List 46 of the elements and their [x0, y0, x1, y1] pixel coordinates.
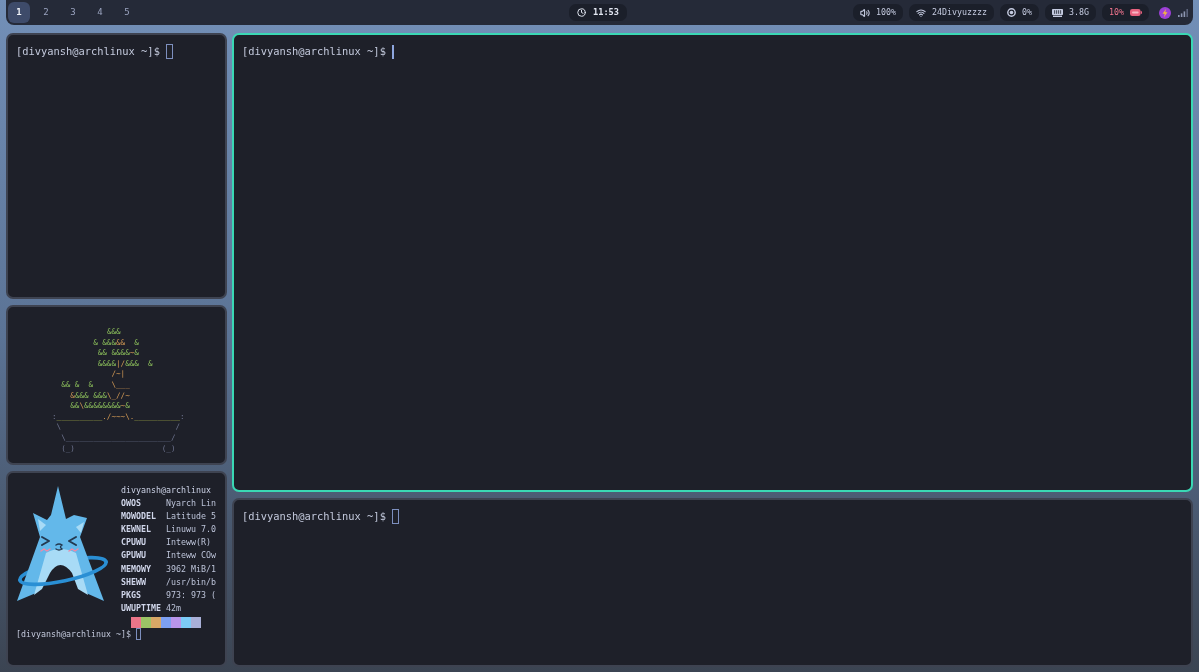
workspace-button[interactable]: 3	[62, 2, 84, 23]
info-value: 42m	[166, 601, 181, 615]
info-label: CPUWU	[121, 536, 147, 550]
bolt-app-icon[interactable]	[1159, 6, 1171, 19]
shell-prompt: [divyansh@archlinux ~]$	[16, 627, 131, 641]
text-cursor	[165, 44, 173, 59]
user-host-title: divyansh@archlinux	[121, 484, 212, 497]
info-value: Latitude 5	[166, 510, 216, 524]
info-label: PKGS	[121, 588, 142, 602]
text-cursor	[135, 628, 141, 641]
text-cursor	[391, 44, 394, 59]
workspace-button[interactable]: 2	[35, 2, 57, 23]
info-label: UWUPTIME	[121, 601, 162, 615]
wifi-indicator[interactable]: 24Divyuzzzz	[909, 4, 994, 21]
shell-prompt: [divyansh@archlinux ~]$	[16, 44, 160, 59]
text-cursor	[391, 509, 399, 524]
shell-prompt: [divyansh@archlinux ~]$	[242, 509, 386, 524]
shell-prompt: [divyansh@archlinux ~]$	[242, 44, 386, 59]
info-value: 973: 973 (	[166, 588, 216, 602]
info-value: Inteww COw	[166, 549, 216, 563]
workspace-button[interactable]: 4	[89, 2, 111, 23]
cpu-indicator[interactable]: 0%	[1000, 4, 1039, 21]
info-value: /usr/bin/b	[166, 575, 216, 589]
info-value: 3962 MiB/1	[166, 562, 216, 576]
info-label: SHEWW	[121, 575, 147, 589]
clock-widget[interactable]: 11:53	[569, 4, 627, 21]
volume-indicator[interactable]: 100%	[853, 4, 904, 21]
wifi-icon	[916, 7, 927, 18]
signal-bars-icon[interactable]	[1178, 8, 1188, 17]
speaker-icon	[860, 7, 871, 18]
info-value: Nyarch Lin	[166, 497, 216, 511]
info-label: GPUWU	[121, 549, 147, 563]
info-value: Linuwu 7.0	[166, 523, 216, 537]
clock-icon	[577, 8, 587, 17]
workspace-button[interactable]: 5	[116, 2, 138, 23]
circle-dot-icon	[1007, 8, 1016, 17]
battery-indicator[interactable]: 10%	[1102, 4, 1149, 21]
workspace-button[interactable]: 1	[8, 2, 30, 23]
info-value: Inteww(R)	[166, 536, 211, 550]
battery-icon	[1130, 9, 1142, 16]
memory-indicator[interactable]: 3.8G	[1045, 4, 1096, 21]
info-label: KEWNEL	[121, 523, 152, 537]
memory-chip-icon	[1052, 8, 1063, 17]
info-label: OWOS	[121, 497, 142, 511]
info-label: MEMOWY	[121, 562, 152, 576]
info-label: MOWODEL	[121, 510, 157, 524]
